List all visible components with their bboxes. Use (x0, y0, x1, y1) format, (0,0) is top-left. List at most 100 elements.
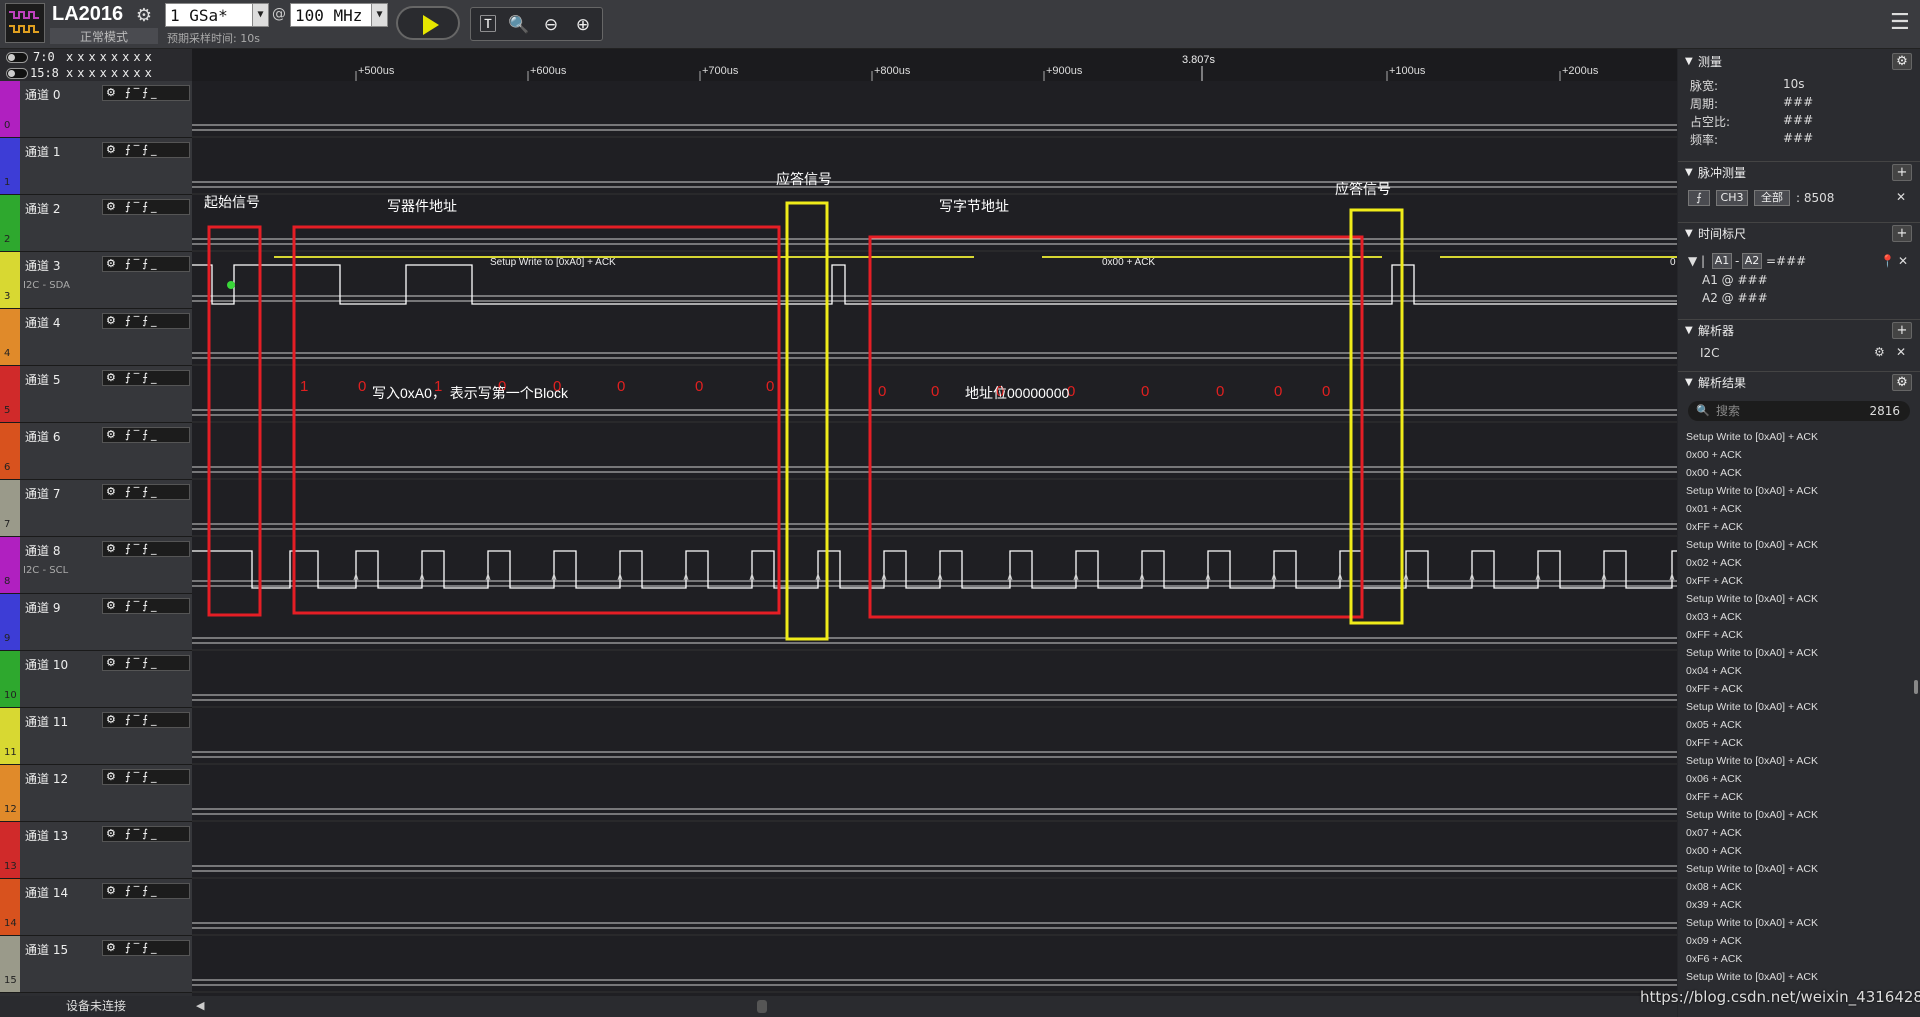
result-item[interactable]: 0x39 + ACK (1686, 896, 1908, 914)
zoom-select-icon[interactable]: 🔍 (506, 12, 532, 38)
horizontal-scrollbar[interactable]: ◀ (192, 996, 1677, 1017)
channel-row[interactable]: 11 通道 11 ⚙ ⨍‾⨍_ (0, 708, 192, 765)
gear-icon[interactable]: ⚙ (106, 371, 116, 385)
device-mode[interactable]: 正常模式 (50, 28, 158, 44)
result-item[interactable]: 0x09 + ACK (1686, 932, 1908, 950)
frequency-select[interactable]: 100 MHz ▼ (290, 3, 388, 27)
result-item[interactable]: Setup Write to [0xA0] + ACK (1686, 590, 1908, 608)
result-item[interactable]: Setup Write to [0xA0] + ACK (1686, 644, 1908, 662)
channel-controls[interactable]: ⚙ ⨍‾⨍_ (102, 598, 190, 614)
channel-row[interactable]: 15 通道 15 ⚙ ⨍‾⨍_ (0, 936, 192, 993)
channel-row[interactable]: 7 通道 7 ⚙ ⨍‾⨍_ (0, 480, 192, 537)
gear-icon[interactable]: ⚙ (106, 884, 116, 898)
result-item[interactable]: 0x08 + ACK (1686, 878, 1908, 896)
trigger-edge-icon[interactable]: ⨍‾⨍_ (125, 713, 159, 727)
add-icon[interactable]: + (1892, 164, 1912, 181)
gear-icon[interactable]: ⚙ (106, 485, 116, 499)
results-header[interactable]: ▼ 解析结果 ⚙ (1678, 371, 1920, 393)
gear-icon[interactable]: ⚙ (1874, 345, 1885, 359)
close-icon[interactable]: ✕ (1896, 190, 1906, 204)
trigger-edge-icon[interactable]: ⨍‾⨍_ (125, 542, 159, 556)
result-item[interactable]: Setup Write to [0xA0] + ACK (1686, 968, 1908, 986)
channel-row[interactable]: 9 通道 9 ⚙ ⨍‾⨍_ (0, 594, 192, 651)
trigger-edge-icon[interactable]: ⨍‾⨍_ (125, 371, 159, 385)
results-search-input[interactable]: 🔍 搜索 2816 (1688, 401, 1910, 421)
channel-row[interactable]: 4 通道 4 ⚙ ⨍‾⨍_ (0, 309, 192, 366)
gear-icon[interactable]: ⚙ (106, 86, 116, 100)
trigger-edge-icon[interactable]: ⨍‾⨍_ (125, 86, 159, 100)
channel-row[interactable]: 6 通道 6 ⚙ ⨍‾⨍_ (0, 423, 192, 480)
result-item[interactable]: 0x00 + ACK (1686, 842, 1908, 860)
channel-controls[interactable]: ⚙ ⨍‾⨍_ (102, 427, 190, 443)
gear-icon[interactable]: ⚙ (1892, 374, 1912, 391)
gear-icon[interactable]: ⚙ (106, 941, 116, 955)
channel-row[interactable]: 2 通道 2 ⚙ ⨍‾⨍_ (0, 195, 192, 252)
add-icon[interactable]: + (1892, 322, 1912, 339)
waveform-area[interactable]: +500us +600us +700us +800us +900us +100us +200… (192, 49, 1677, 996)
channel-controls[interactable]: ⚙ ⨍‾⨍_ (102, 313, 190, 329)
result-item[interactable]: Setup Write to [0xA0] + ACK (1686, 698, 1908, 716)
result-item[interactable]: Setup Write to [0xA0] + ACK (1686, 752, 1908, 770)
channel-controls[interactable]: ⚙ ⨍‾⨍_ (102, 142, 190, 158)
channel-controls[interactable]: ⚙ ⨍‾⨍_ (102, 655, 190, 671)
gear-icon[interactable]: ⚙ (106, 713, 116, 727)
channel-row[interactable]: 13 通道 13 ⚙ ⨍‾⨍_ (0, 822, 192, 879)
pulse-channel[interactable]: CH3 (1716, 190, 1748, 206)
result-item[interactable]: 0x00 + ACK (1686, 446, 1908, 464)
group-row[interactable]: 15:8 xxxxxxxx (0, 65, 192, 81)
gear-icon[interactable]: ⚙ (1892, 53, 1912, 70)
close-icon[interactable]: ✕ (1896, 345, 1906, 359)
gear-icon[interactable]: ⚙ (106, 257, 116, 271)
trigger-edge-icon[interactable]: ⨍‾⨍_ (125, 656, 159, 670)
channel-controls[interactable]: ⚙ ⨍‾⨍_ (102, 484, 190, 500)
text-tool-icon[interactable]: 🅃 (475, 12, 501, 38)
result-item[interactable]: 0x06 + ACK (1686, 770, 1908, 788)
channel-controls[interactable]: ⚙ ⨍‾⨍_ (102, 712, 190, 728)
ruler-a2[interactable]: A2 (1742, 253, 1762, 269)
channel-row[interactable]: 0 通道 0 ⚙ ⨍‾⨍_ (0, 81, 192, 138)
channel-controls[interactable]: ⚙ ⨍‾⨍_ (102, 85, 190, 101)
channel-controls[interactable]: ⚙ ⨍‾⨍_ (102, 769, 190, 785)
gear-icon[interactable]: ⚙ (106, 200, 116, 214)
channel-row[interactable]: 12 通道 12 ⚙ ⨍‾⨍_ (0, 765, 192, 822)
trigger-edge-icon[interactable]: ⨍‾⨍_ (125, 827, 159, 841)
gear-icon[interactable]: ⚙ (106, 428, 116, 442)
gear-icon[interactable]: ⚙ (106, 770, 116, 784)
result-item[interactable]: Setup Write to [0xA0] + ACK (1686, 536, 1908, 554)
result-item[interactable]: 0x04 + ACK (1686, 662, 1908, 680)
channel-row[interactable]: 14 通道 14 ⚙ ⨍‾⨍_ (0, 879, 192, 936)
trigger-edge-icon[interactable]: ⨍‾⨍_ (125, 599, 159, 613)
gear-icon[interactable]: ⚙ (106, 143, 116, 157)
result-item[interactable]: 0x03 + ACK (1686, 608, 1908, 626)
trigger-edge-icon[interactable]: ⨍‾⨍_ (125, 770, 159, 784)
trigger-edge-icon[interactable]: ⨍‾⨍_ (125, 941, 159, 955)
channel-row[interactable]: 1 通道 1 ⚙ ⨍‾⨍_ (0, 138, 192, 195)
channel-controls[interactable]: ⚙ ⨍‾⨍_ (102, 256, 190, 272)
gear-icon[interactable]: ⚙ (106, 542, 116, 556)
trigger-edge-icon[interactable]: ⨍‾⨍_ (125, 884, 159, 898)
result-item[interactable]: 0x05 + ACK (1686, 716, 1908, 734)
channel-controls[interactable]: ⚙ ⨍‾⨍_ (102, 199, 190, 215)
trigger-edge-icon[interactable]: ⨍‾⨍_ (125, 200, 159, 214)
time-ruler[interactable] (192, 49, 1677, 81)
zoom-out-icon[interactable]: ⊖ (538, 12, 564, 38)
scroll-thumb[interactable] (757, 1000, 767, 1013)
result-item[interactable]: 0x00 + ACK (1686, 464, 1908, 482)
channel-controls[interactable]: ⚙ ⨍‾⨍_ (102, 370, 190, 386)
trigger-edge-icon[interactable]: ⨍‾⨍_ (125, 485, 159, 499)
ruler-a1[interactable]: A1 (1712, 253, 1732, 269)
channel-controls[interactable]: ⚙ ⨍‾⨍_ (102, 826, 190, 842)
trigger-edge-icon[interactable]: ⨍‾⨍_ (125, 143, 159, 157)
gear-icon[interactable]: ⚙ (106, 599, 116, 613)
group-toggle[interactable] (6, 52, 28, 63)
channel-row[interactable]: 8 通道 8 I2C - SCL ⚙ ⨍‾⨍_ (0, 537, 192, 594)
analyzer-item[interactable]: I2C (1700, 346, 1720, 360)
group-toggle[interactable] (6, 68, 28, 79)
channel-row[interactable]: 5 通道 5 ⚙ ⨍‾⨍_ (0, 366, 192, 423)
trigger-edge-icon[interactable]: ⨍‾⨍_ (125, 314, 159, 328)
trigger-edge-icon[interactable]: ⨍‾⨍_ (125, 428, 159, 442)
device-settings-gear-icon[interactable]: ⚙ (133, 5, 155, 27)
pin-icon[interactable]: 📍 (1880, 254, 1895, 268)
channel-row[interactable]: 10 通道 10 ⚙ ⨍‾⨍_ (0, 651, 192, 708)
edge-icon[interactable]: ⨍ (1688, 190, 1710, 206)
